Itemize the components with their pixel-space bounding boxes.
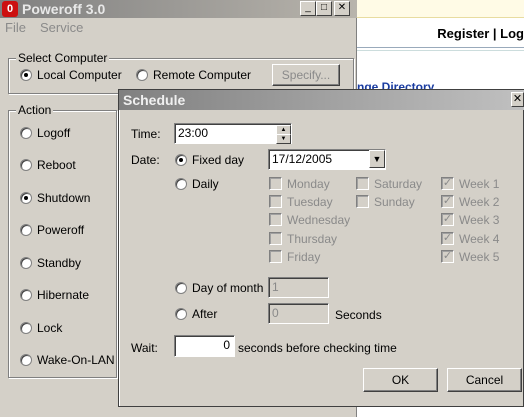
fixed-day-radio[interactable] xyxy=(175,154,187,166)
action-shutdown-label: Shutdown xyxy=(37,191,91,205)
minimize-button[interactable]: _ xyxy=(300,1,316,16)
app-power-icon: 0 xyxy=(2,1,18,17)
background-divider xyxy=(357,47,524,48)
time-input[interactable]: 23:00 xyxy=(174,123,292,144)
action-reboot-label: Reboot xyxy=(37,158,76,172)
remote-computer-label: Remote Computer xyxy=(153,68,252,82)
week-2-checkbox[interactable]: ✓ xyxy=(441,195,454,208)
action-poweroff-label: Poweroff xyxy=(37,223,85,237)
action-lock-radio[interactable] xyxy=(20,322,32,334)
friday-label: Friday xyxy=(287,250,321,264)
week-1-checkbox[interactable]: ✓ xyxy=(441,177,454,190)
seconds-label: Seconds xyxy=(335,308,382,322)
action-hibernate-radio[interactable] xyxy=(20,289,32,301)
action-lock-label: Lock xyxy=(37,321,63,335)
after-label: After xyxy=(192,307,218,321)
day-of-month-input[interactable]: 1 xyxy=(268,277,329,298)
tuesday-label: Tuesday xyxy=(287,195,333,209)
saturday-checkbox[interactable] xyxy=(356,177,369,190)
action-reboot-radio[interactable] xyxy=(20,159,32,171)
action-standby-radio[interactable] xyxy=(20,257,32,269)
remote-computer-radio[interactable] xyxy=(136,69,148,81)
daily-radio[interactable] xyxy=(175,178,187,190)
monday-checkbox[interactable] xyxy=(269,177,282,190)
sunday-label: Sunday xyxy=(374,195,415,209)
thursday-label: Thursday xyxy=(287,232,338,246)
menu-service[interactable]: Service xyxy=(40,20,83,35)
date-label: Date: xyxy=(131,153,160,167)
cancel-button[interactable]: Cancel xyxy=(447,368,522,392)
action-wol-label: Wake-On-LAN xyxy=(37,353,115,367)
week-4-checkbox[interactable]: ✓ xyxy=(441,232,454,245)
background-top-band xyxy=(357,0,524,18)
day-of-month-radio[interactable] xyxy=(175,282,187,294)
week-2-label: Week 2 xyxy=(459,195,500,209)
day-of-month-label: Day of month xyxy=(192,281,264,295)
wait-label: Wait: xyxy=(131,341,158,355)
week-5-label: Week 5 xyxy=(459,250,500,264)
wait-input[interactable]: 0 xyxy=(174,335,235,357)
saturday-label: Saturday xyxy=(374,177,423,191)
background-divider-secondary xyxy=(357,50,524,51)
action-group-label: Action xyxy=(16,103,54,117)
fixed-day-label: Fixed day xyxy=(192,153,245,167)
action-logoff-radio[interactable] xyxy=(20,127,32,139)
ok-button[interactable]: OK xyxy=(363,368,438,392)
week-3-label: Week 3 xyxy=(459,213,500,227)
wednesday-label: Wednesday xyxy=(287,213,351,227)
sunday-checkbox[interactable] xyxy=(356,195,369,208)
action-hibernate-label: Hibernate xyxy=(37,288,90,302)
time-spin-down[interactable]: ▼ xyxy=(276,134,291,144)
time-label: Time: xyxy=(131,127,161,141)
action-logoff-label: Logoff xyxy=(37,126,71,140)
action-standby-label: Standby xyxy=(37,256,82,270)
maximize-button[interactable]: □ xyxy=(316,1,332,16)
week-3-checkbox[interactable]: ✓ xyxy=(441,213,454,226)
menu-file[interactable]: File xyxy=(5,20,26,35)
wednesday-checkbox[interactable] xyxy=(269,213,282,226)
week-1-label: Week 1 xyxy=(459,177,500,191)
local-computer-label: Local Computer xyxy=(37,68,122,82)
after-radio[interactable] xyxy=(175,308,187,320)
schedule-title: Schedule xyxy=(123,92,186,108)
action-poweroff-radio[interactable] xyxy=(20,224,32,236)
close-button[interactable]: ✕ xyxy=(334,1,350,16)
action-wol-radio[interactable] xyxy=(20,354,32,366)
after-input[interactable]: 0 xyxy=(268,303,329,324)
wait-suffix-label: seconds before checking time xyxy=(238,341,397,355)
schedule-close-icon[interactable]: ✕ xyxy=(511,92,524,107)
daily-label: Daily xyxy=(192,177,219,191)
monday-label: Monday xyxy=(287,177,330,191)
week-4-label: Week 4 xyxy=(459,232,500,246)
tuesday-checkbox[interactable] xyxy=(269,195,282,208)
friday-checkbox[interactable] xyxy=(269,250,282,263)
local-computer-radio[interactable] xyxy=(20,69,32,81)
thursday-checkbox[interactable] xyxy=(269,232,282,245)
specify-button[interactable]: Specify... xyxy=(272,64,340,86)
background-nav-links[interactable]: Register | Log xyxy=(437,26,524,41)
week-5-checkbox[interactable]: ✓ xyxy=(441,250,454,263)
fixed-day-dropdown-icon[interactable]: ▼ xyxy=(369,150,385,168)
action-shutdown-radio[interactable] xyxy=(20,192,32,204)
action-group xyxy=(8,110,117,378)
select-computer-label: Select Computer xyxy=(16,51,110,65)
main-window-title: Poweroff 3.0 xyxy=(22,1,106,17)
